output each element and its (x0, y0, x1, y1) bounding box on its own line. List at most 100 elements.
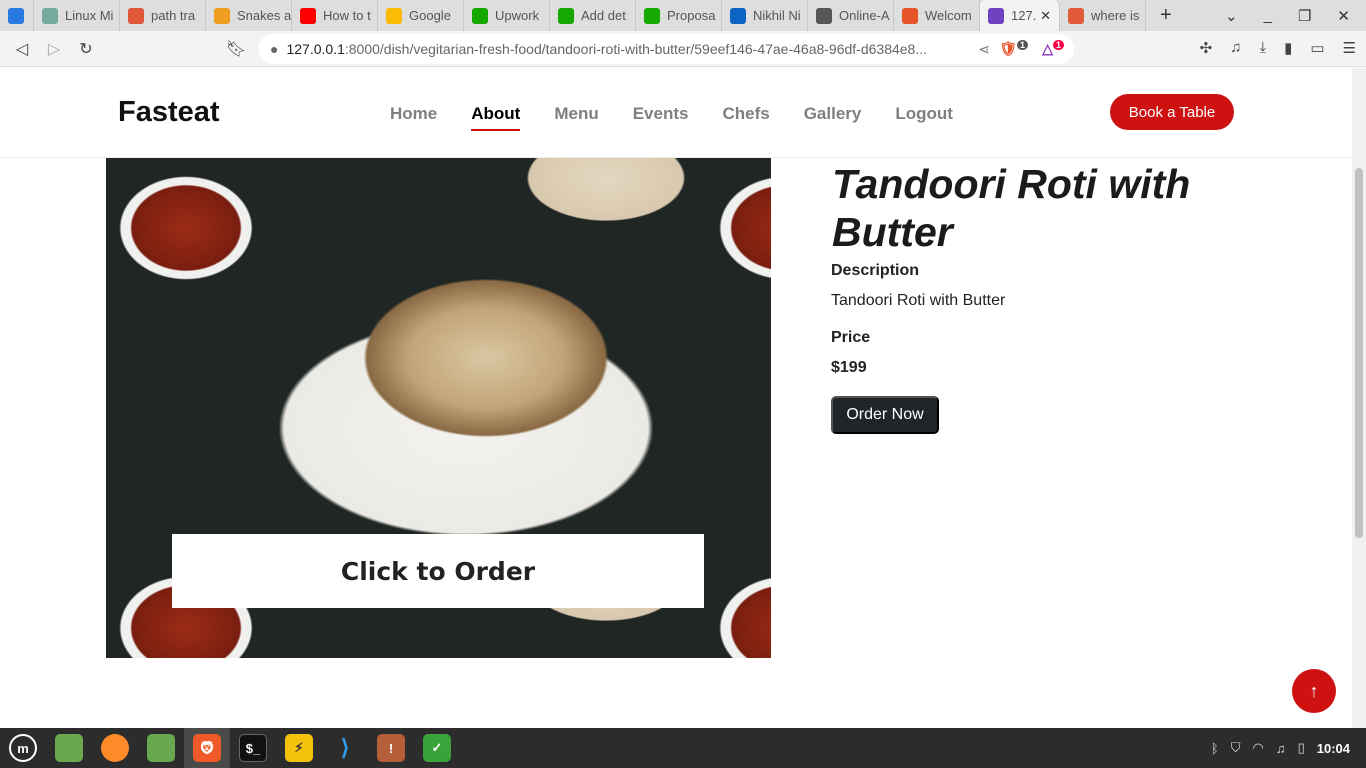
arrow-up-icon: ↑ (1309, 680, 1319, 701)
battery-icon[interactable]: ▯ (1298, 740, 1305, 756)
nav-about[interactable]: About (471, 104, 521, 131)
browser-tab[interactable]: Online-A (808, 0, 894, 31)
main-nav: Home About Menu Events Chefs Gallery Logout (390, 104, 953, 131)
brave-shield-icon[interactable]: 🛡︎ 1 (999, 40, 1028, 58)
media-icon[interactable]: ♫ (1230, 39, 1241, 57)
scroll-to-top-button[interactable]: ↑ (1292, 669, 1336, 713)
page-scrollbar[interactable] (1352, 68, 1366, 728)
taskbar-app[interactable]: ⚡︎ (276, 728, 322, 768)
extensions-icon[interactable]: ✣ (1200, 39, 1213, 57)
bitwarden-icon (8, 7, 24, 24)
wifi-icon[interactable]: ◠ (1253, 740, 1264, 756)
site-logo[interactable]: Fasteat (118, 96, 220, 129)
taskbar-firefox[interactable] (92, 728, 138, 768)
info-icon[interactable]: ● (270, 41, 278, 57)
dish-title: Tandoori Roti with Butter (832, 161, 1191, 255)
url-bar[interactable]: ● 127.0.0.1:8000/dish/vegitarian-fresh-f… (258, 34, 1074, 64)
browser-tab[interactable]: Proposa (636, 0, 722, 31)
minimize-icon[interactable]: _ (1264, 7, 1272, 25)
taskbar-shield[interactable]: ✓ (414, 728, 460, 768)
order-now-button[interactable]: Order Now (831, 396, 939, 434)
taskbar-files-2[interactable] (138, 728, 184, 768)
taskbar-files[interactable] (46, 728, 92, 768)
upwork-icon (644, 7, 660, 24)
browser-tab[interactable]: path tra (120, 0, 206, 31)
price-label: Price (831, 329, 871, 346)
sidebar-icon[interactable]: ▮ (1284, 39, 1292, 57)
nav-home[interactable]: Home (390, 104, 437, 131)
taskbar-terminal[interactable]: $_ (230, 728, 276, 768)
clock[interactable]: 10:04 (1317, 741, 1350, 756)
music-icon[interactable]: ♫ (1276, 741, 1286, 756)
taskbar-vscode[interactable]: ⟩ (322, 728, 368, 768)
browser-tab[interactable]: Add det (550, 0, 636, 31)
close-tab-icon[interactable]: ✕ (1040, 8, 1051, 24)
brave-icon (128, 7, 144, 24)
bluetooth-icon[interactable]: ᛒ (1211, 741, 1219, 756)
taskbar-brave[interactable]: 🦁︎ (184, 728, 230, 768)
description-text: Tandoori Roti with Butter (831, 292, 1006, 309)
tab-label: How to t (323, 8, 371, 23)
upwork-icon (472, 7, 488, 24)
tab-label: where is (1091, 8, 1140, 23)
folder-icon (147, 734, 175, 762)
browser-tab[interactable]: How to t (292, 0, 378, 31)
url-path: :8000/dish/vegitarian-fresh-food/tandoor… (344, 41, 928, 57)
brave-icon (1068, 7, 1084, 24)
tab-label: Linux Mi (65, 8, 114, 23)
tab-label: path tra (151, 8, 196, 23)
maximize-icon[interactable]: ❐ (1298, 7, 1311, 25)
menu-icon[interactable]: ☰ (1343, 39, 1356, 57)
shield-badge: 1 (1016, 40, 1028, 51)
leetcode-icon (214, 7, 230, 24)
browser-tab[interactable]: 127. ✕ (980, 0, 1060, 31)
close-window-icon[interactable]: ✕ (1337, 7, 1350, 25)
address-toolbar: ◁ ▷ ↻ 🔖︎ ● 127.0.0.1:8000/dish/vegitaria… (0, 31, 1366, 67)
nav-gallery[interactable]: Gallery (804, 104, 862, 131)
tab-label: Nikhil Ni (753, 8, 801, 23)
click-to-order-overlay[interactable]: Click to Order (172, 534, 704, 608)
alert-icon: ! (377, 734, 405, 762)
share-icon[interactable]: ⋖ (978, 41, 990, 58)
keep-icon (386, 7, 402, 24)
vscode-icon: ⟩ (340, 735, 350, 760)
shield-icon: ✓ (423, 734, 451, 762)
browser-tab[interactable]: Snakes a (206, 0, 292, 31)
shield-tray-icon[interactable]: ⛉ (1231, 740, 1241, 756)
tab-label: Add det (581, 8, 626, 23)
book-table-button[interactable]: Book a Table (1110, 94, 1234, 130)
reload-icon[interactable]: ↻ (70, 39, 102, 59)
forward-icon[interactable]: ▷ (38, 39, 70, 59)
upwork-icon (558, 7, 574, 24)
tab-label: Proposa (667, 8, 716, 23)
fire-icon (902, 7, 918, 24)
description-label: Description (831, 262, 920, 279)
wallet-icon[interactable]: ▭ (1310, 39, 1324, 57)
back-icon[interactable]: ◁ (6, 39, 38, 59)
taskbar: m 🦁︎ $_ ⚡︎ ⟩ ! ✓ ᛒ ⛉ ◠ ♫ ▯ 10:04 (0, 728, 1366, 768)
linkedin-icon (730, 7, 746, 24)
scrollbar-thumb[interactable] (1355, 168, 1363, 538)
browser-tab[interactable]: Nikhil Ni (722, 0, 808, 31)
tab-label: Online-A (839, 8, 890, 23)
browser-tab[interactable]: Welcom (894, 0, 980, 31)
bootstrap-icon (988, 7, 1004, 24)
brave-icon: 🦁︎ (193, 734, 221, 762)
start-menu-button[interactable]: m (0, 728, 46, 768)
browser-tab[interactable]: Google (378, 0, 464, 31)
browser-tab[interactable] (0, 0, 34, 31)
new-tab-button[interactable]: + (1160, 4, 1172, 27)
bookmark-icon[interactable]: 🔖︎ (220, 39, 252, 59)
nav-logout[interactable]: Logout (895, 104, 953, 131)
browser-tab[interactable]: Linux Mi (34, 0, 120, 31)
download-icon[interactable]: ⤓ (1259, 39, 1266, 57)
browser-tab[interactable]: where is (1060, 0, 1146, 31)
nav-events[interactable]: Events (633, 104, 689, 131)
nav-menu[interactable]: Menu (554, 104, 598, 131)
browser-tab[interactable]: Upwork (464, 0, 550, 31)
tab-label: Upwork (495, 8, 540, 23)
nav-chefs[interactable]: Chefs (722, 104, 769, 131)
rewards-icon[interactable]: △ 1 (1042, 40, 1064, 58)
taskbar-update[interactable]: ! (368, 728, 414, 768)
tab-search-icon[interactable]: ⌄ (1225, 7, 1238, 25)
